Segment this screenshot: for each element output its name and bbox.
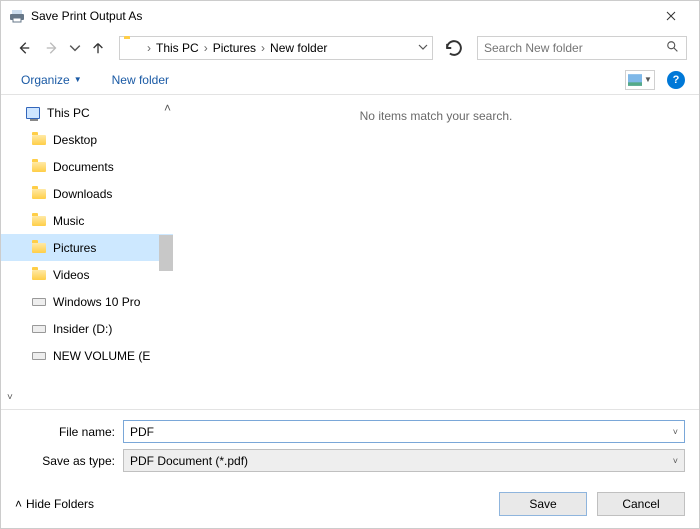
tree-label: This PC bbox=[47, 106, 90, 120]
filename-input[interactable] bbox=[130, 425, 678, 439]
breadcrumb-new-folder[interactable]: New folder bbox=[268, 41, 329, 55]
cancel-label: Cancel bbox=[622, 497, 659, 511]
chevron-down-icon: ▼ bbox=[74, 75, 82, 84]
search-icon bbox=[666, 40, 680, 57]
window-title: Save Print Output As bbox=[31, 9, 651, 23]
tree-item[interactable]: Desktop bbox=[1, 126, 173, 153]
up-button[interactable] bbox=[87, 37, 109, 59]
chevron-right-icon: › bbox=[258, 41, 268, 55]
folder-icon bbox=[31, 267, 47, 283]
breadcrumb-pictures[interactable]: Pictures bbox=[211, 41, 258, 55]
recent-locations-button[interactable] bbox=[69, 37, 81, 59]
folder-icon bbox=[124, 39, 142, 57]
tree-item[interactable]: Pictures bbox=[1, 234, 173, 261]
tree-item[interactable]: Music bbox=[1, 207, 173, 234]
tree-item-label: Desktop bbox=[53, 133, 97, 147]
chevron-right-icon: › bbox=[144, 41, 154, 55]
tree-item[interactable]: Documents bbox=[1, 153, 173, 180]
tree-item[interactable]: Downloads bbox=[1, 180, 173, 207]
saveas-label: Save as type: bbox=[15, 454, 123, 468]
tree-item-label: Videos bbox=[53, 268, 89, 282]
drive-icon bbox=[31, 321, 47, 337]
address-bar[interactable]: › This PC › Pictures › New folder bbox=[119, 36, 433, 60]
empty-message: No items match your search. bbox=[360, 109, 513, 123]
organize-label: Organize bbox=[21, 73, 70, 87]
tree-item-label: Windows 10 Pro bbox=[53, 295, 140, 309]
tree-item-label: Downloads bbox=[53, 187, 112, 201]
tree-item[interactable]: NEW VOLUME (E bbox=[1, 342, 173, 369]
scrollbar-thumb[interactable] bbox=[159, 235, 173, 271]
hide-folders-button[interactable]: ˄ Hide Folders bbox=[15, 497, 94, 511]
tree-item[interactable]: Windows 10 Pro bbox=[1, 288, 173, 315]
tree-this-pc[interactable]: This PC bbox=[1, 99, 173, 126]
refresh-button[interactable] bbox=[443, 37, 465, 59]
new-folder-label: New folder bbox=[112, 73, 169, 87]
save-label: Save bbox=[529, 497, 556, 511]
search-box[interactable] bbox=[477, 36, 687, 60]
chevron-down-icon[interactable]: ˅ bbox=[673, 427, 678, 437]
search-input[interactable] bbox=[484, 41, 666, 55]
drive-icon bbox=[31, 294, 47, 310]
hide-folders-label: Hide Folders bbox=[26, 497, 94, 511]
pc-icon bbox=[25, 105, 41, 121]
folder-icon bbox=[31, 186, 47, 202]
organize-button[interactable]: Organize ▼ bbox=[21, 73, 82, 87]
saveas-combo[interactable]: PDF Document (*.pdf) ˅ bbox=[123, 449, 685, 472]
address-dropdown[interactable] bbox=[418, 41, 428, 55]
tree-item-label: Documents bbox=[53, 160, 114, 174]
tree-item[interactable]: Insider (D:) bbox=[1, 315, 173, 342]
chevron-down-icon: ▼ bbox=[644, 75, 652, 84]
tree-item[interactable]: Videos bbox=[1, 261, 173, 288]
close-button[interactable] bbox=[651, 3, 691, 29]
tree-item-label: NEW VOLUME (E bbox=[53, 349, 150, 363]
folder-icon bbox=[31, 213, 47, 229]
chevron-down-icon[interactable]: ˅ bbox=[673, 456, 678, 466]
tree-item-label: Pictures bbox=[53, 241, 96, 255]
cancel-button[interactable]: Cancel bbox=[597, 492, 685, 516]
chevron-right-icon: › bbox=[201, 41, 211, 55]
printer-icon bbox=[9, 8, 25, 24]
folder-tree[interactable]: ˄ This PC Desktop Documents Downloads Music… bbox=[1, 95, 173, 409]
back-button[interactable] bbox=[13, 37, 35, 59]
new-folder-button[interactable]: New folder bbox=[112, 73, 169, 87]
filename-label: File name: bbox=[15, 425, 123, 439]
drive-icon bbox=[31, 348, 47, 364]
tree-item-label: Music bbox=[53, 214, 84, 228]
saveas-value: PDF Document (*.pdf) bbox=[130, 454, 248, 468]
expand-chevron-icon[interactable]: ˅ bbox=[7, 392, 13, 403]
chevron-up-icon: ˄ bbox=[15, 497, 22, 511]
tree-item-label: Insider (D:) bbox=[53, 322, 112, 336]
folder-icon bbox=[31, 240, 47, 256]
help-button[interactable]: ? bbox=[667, 71, 685, 89]
collapse-tree-icon[interactable]: ˄ bbox=[164, 101, 171, 115]
forward-button bbox=[41, 37, 63, 59]
filename-combo[interactable]: ˅ bbox=[123, 420, 685, 443]
breadcrumb-this-pc[interactable]: This PC bbox=[154, 41, 201, 55]
folder-icon bbox=[31, 159, 47, 175]
view-options-button[interactable]: ▼ bbox=[625, 70, 655, 90]
file-list-pane: No items match your search. bbox=[173, 95, 699, 409]
folder-icon bbox=[31, 132, 47, 148]
save-button[interactable]: Save bbox=[499, 492, 587, 516]
